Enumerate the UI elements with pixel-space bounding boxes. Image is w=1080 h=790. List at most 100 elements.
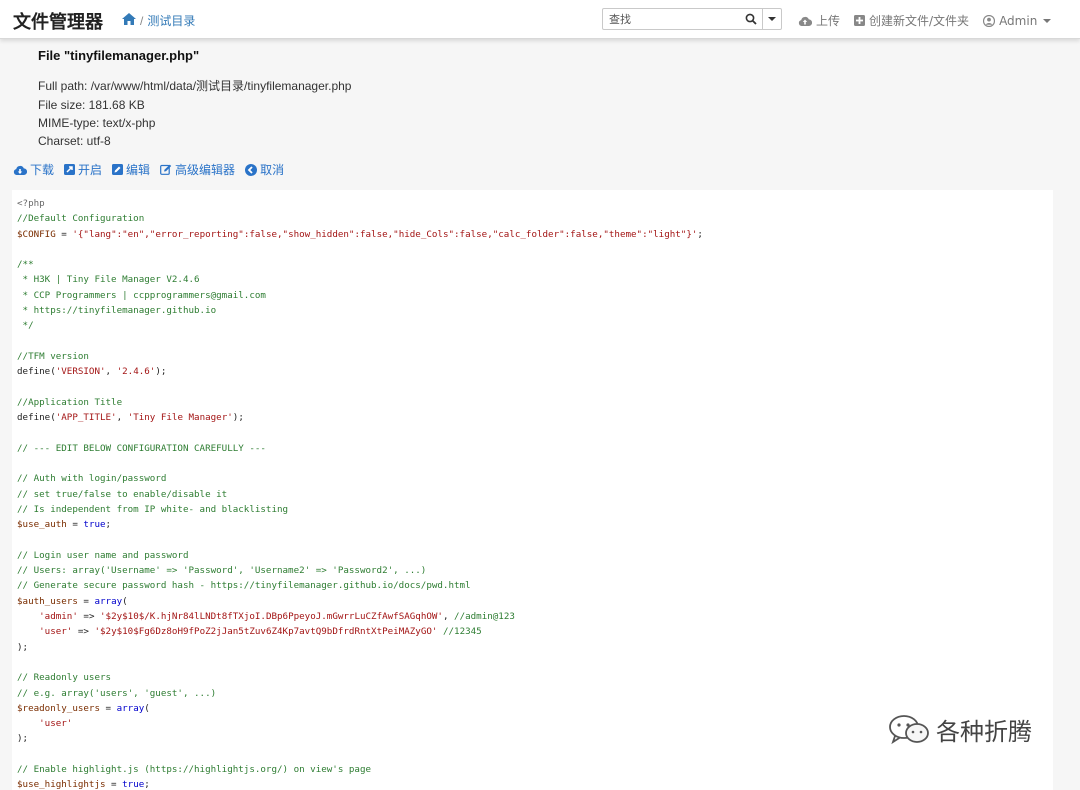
code-token: , <box>105 366 117 378</box>
code-token: 'VERSION' <box>55 366 106 378</box>
search-icon[interactable] <box>740 9 762 29</box>
code-line: // Users: array('Username' => 'Password'… <box>17 563 1048 578</box>
code-token: $CONFIG <box>17 228 56 240</box>
file-info: File "tinyfilemanager.php" Full path: /v… <box>38 48 351 152</box>
file-full-path: Full path: /var/www/html/data/测试目录/tinyf… <box>38 79 352 93</box>
user-label: Admin <box>999 13 1038 28</box>
code-line: // Auth with login/password <box>17 471 1048 486</box>
code-token: = <box>105 779 123 790</box>
code-token: ; <box>144 779 150 790</box>
breadcrumb-folder-link[interactable]: 测试目录 <box>147 12 195 29</box>
code-token: define( <box>17 412 56 424</box>
create-new-link[interactable]: 创建新文件/文件夹 <box>854 12 969 29</box>
code-line: 'user' => '$2y$10$Fg6Dz8oH9fPoZ2jJan5tZu… <box>17 624 1048 639</box>
code-line: $use_auth = true; <box>17 517 1048 532</box>
code-token: define( <box>17 366 56 378</box>
code-line: $auth_users = array( <box>17 594 1048 609</box>
code-line: * https://tinyfilemanager.github.io <box>17 303 1048 318</box>
chevron-down-icon <box>768 17 776 21</box>
code-token: array <box>94 595 123 607</box>
breadcrumb: / 测试目录 <box>122 12 195 29</box>
download-label: 下载 <box>30 163 55 177</box>
code-line: // --- EDIT BELOW CONFIGURATION CAREFULL… <box>17 441 1048 456</box>
code-line: // Is independent from IP white- and bla… <box>17 502 1048 517</box>
code-line: * CCP Programmers | ccpprogrammers@gmail… <box>17 288 1048 303</box>
open-label: 开启 <box>78 163 103 177</box>
code-token: */ <box>17 320 34 332</box>
search-dropdown-toggle[interactable] <box>762 9 781 29</box>
code-token: 'APP_TITLE' <box>55 412 117 424</box>
code-token: ( <box>122 595 128 607</box>
code-token: '$2y$10$Fg6Dz8oH9fPoZ2jJan5tZuv6Z4Kp7avt… <box>94 626 438 638</box>
code-token: * CCP Programmers | ccpprogrammers@gmail… <box>17 289 266 301</box>
code-token: <?php <box>17 198 45 209</box>
code-token: ( <box>144 702 150 714</box>
code-line: <?php <box>17 196 1048 211</box>
upload-link[interactable]: 上传 <box>798 12 840 29</box>
code-token: ; <box>697 228 703 240</box>
code-line: // Generate secure password hash - https… <box>17 578 1048 593</box>
code-line: 'admin' => '$2y$10$/K.hjNr84lLNDt8fTXjoI… <box>17 609 1048 624</box>
code-token: '2.4.6' <box>116 366 156 378</box>
plus-square-icon <box>854 15 866 26</box>
code-token: //12345 <box>442 626 482 638</box>
code-token: => <box>72 626 95 638</box>
code-token: => <box>77 611 101 623</box>
external-link-icon <box>64 164 76 175</box>
code-token: $readonly_users <box>17 702 100 714</box>
code-token: = <box>99 702 117 714</box>
code-token: , <box>116 412 128 424</box>
code-line: //Application Title <box>17 395 1048 410</box>
code-token: // Auth with login/password <box>17 473 167 485</box>
search-input[interactable] <box>603 9 740 29</box>
code-token: ); <box>17 733 29 745</box>
code-token: ); <box>232 412 244 424</box>
code-viewer[interactable]: <?php //Default Configuration $CONFIG = '{… <box>12 190 1053 790</box>
code-token: = <box>55 228 73 240</box>
code-line: define('APP_TITLE', 'Tiny File Manager')… <box>17 410 1048 425</box>
code-line: // Readonly users <box>17 670 1048 685</box>
watermark: 各种折腾 <box>888 712 1032 747</box>
breadcrumb-separator: / <box>140 13 144 28</box>
code-token: /** <box>17 259 34 271</box>
cancel-button[interactable]: 取消 <box>245 161 284 178</box>
download-button[interactable]: 下载 <box>13 161 54 178</box>
code-line: //Default Configuration <box>17 211 1048 226</box>
code-token: * https://tinyfilemanager.github.io <box>17 305 217 317</box>
home-icon[interactable] <box>122 13 136 28</box>
advanced-editor-button[interactable]: 高级编辑器 <box>160 161 235 178</box>
code-token: // set true/false to enable/disable it <box>17 488 228 500</box>
open-button[interactable]: 开启 <box>64 161 102 178</box>
code-token: $use_auth <box>17 519 67 531</box>
nav-links: 上传 创建新文件/文件夹 Admin <box>798 12 1052 29</box>
code-token: // Enable highlight.js (https://highligh… <box>17 763 372 775</box>
code-line: $CONFIG = '{"lang":"en","error_reporting… <box>17 227 1048 242</box>
advanced-editor-label: 高级编辑器 <box>175 163 236 177</box>
edit-button[interactable]: 编辑 <box>112 161 150 178</box>
cloud-upload-icon <box>798 16 812 26</box>
code-token: // Readonly users <box>17 672 112 684</box>
file-charset: Charset: utf-8 <box>38 134 111 148</box>
code-line: // e.g. array('users', 'guest', ...) <box>17 686 1048 701</box>
edit-label: 编辑 <box>126 163 151 177</box>
edit-icon <box>112 164 124 175</box>
code-token: //TFM version <box>17 350 89 362</box>
code-token: true <box>122 779 145 790</box>
user-menu[interactable]: Admin <box>983 12 1052 29</box>
brand-title[interactable]: 文件管理器 <box>13 8 103 34</box>
code-token: $use_highlightjs <box>17 779 106 790</box>
navbar: 文件管理器 / 测试目录 上传 创建新文件/文件夹 Admin <box>0 0 1080 39</box>
code-token: //Default Configuration <box>17 213 145 225</box>
code-token: 'user' <box>39 718 73 730</box>
code-token: // Generate secure password hash - https… <box>17 580 471 592</box>
code-token: // Is independent from IP white- and bla… <box>17 503 289 515</box>
